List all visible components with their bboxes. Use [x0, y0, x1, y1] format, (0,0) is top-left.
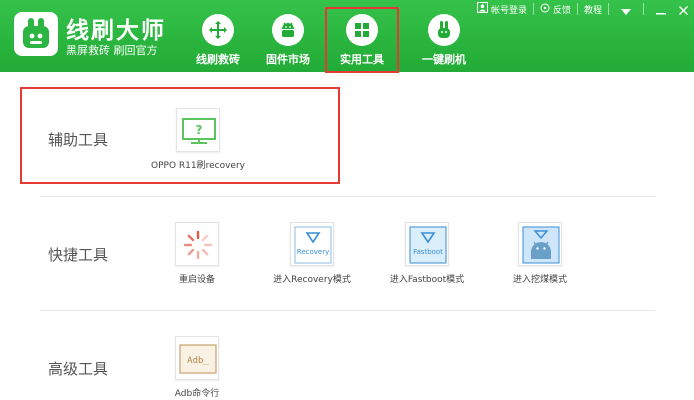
- cross-arrows-icon: [202, 14, 234, 46]
- section-divider: [40, 196, 655, 197]
- nav-label: 一键刷机: [422, 53, 466, 66]
- tool-label: OPPO R11刷recovery: [151, 161, 245, 171]
- brand-title: 线刷大师: [66, 18, 166, 44]
- tool-enter-recovery[interactable]: Recovery 进入Recovery模式: [266, 222, 358, 285]
- nav-tab-utilities[interactable]: 实用工具: [325, 7, 399, 73]
- feedback-link[interactable]: 反馈: [540, 3, 571, 16]
- separator: [532, 3, 534, 15]
- svg-text:Fastboot: Fastboot: [413, 248, 443, 256]
- section-title-quick: 快捷工具: [48, 246, 109, 264]
- section-title-advanced: 高级工具: [48, 360, 109, 378]
- tool-enter-download-mode[interactable]: 进入挖煤模式: [500, 222, 580, 285]
- nav-tab-flash-rescue[interactable]: 线刷救砖: [181, 8, 255, 72]
- separator: [576, 3, 578, 15]
- tutorial-label: 教程: [583, 5, 602, 16]
- rabbit-icon: [428, 14, 460, 46]
- tool-label: 重启设备: [178, 275, 215, 285]
- tool-label: 进入挖煤模式: [512, 275, 567, 285]
- menu-button[interactable]: [615, 0, 637, 18]
- feedback-label: 反馈: [552, 5, 571, 16]
- nav-label: 固件市场: [266, 53, 310, 66]
- minimize-icon: [656, 0, 666, 19]
- monitor-question-icon: ?: [176, 108, 220, 152]
- tool-enter-fastboot[interactable]: Fastboot 进入Fastboot模式: [380, 222, 474, 285]
- nav-label: 实用工具: [340, 53, 384, 66]
- nav-tab-firmware-market[interactable]: 固件市场: [251, 8, 325, 72]
- tool-label: 进入Fastboot模式: [389, 275, 465, 285]
- chevron-down-icon: [621, 0, 631, 19]
- login-label: 帐号登录: [490, 5, 527, 16]
- close-button[interactable]: [672, 0, 694, 18]
- section-title-aux: 辅助工具: [48, 131, 109, 149]
- separator: [643, 3, 644, 15]
- app-logo: [14, 12, 58, 56]
- minimize-button[interactable]: [650, 0, 672, 18]
- login-link[interactable]: 帐号登录: [476, 2, 527, 16]
- tool-label: Adb命令行: [174, 389, 220, 399]
- nav-tab-one-click-flash[interactable]: 一键刷机: [407, 8, 481, 72]
- android-icon: [272, 14, 304, 46]
- svg-text:Recovery: Recovery: [297, 248, 329, 256]
- section-divider: [40, 310, 655, 311]
- recovery-icon: Recovery: [290, 222, 334, 266]
- separator: [608, 3, 609, 15]
- header-bar: 线刷大师 黑屏救砖 刷回官方 线刷救砖 固件市场 实用工具 一键刷机 帐号登录 …: [0, 0, 694, 73]
- nav-label: 线刷救砖: [196, 53, 240, 66]
- user-icon: [476, 2, 488, 16]
- brand-subtitle: 黑屏救砖 刷回官方: [66, 44, 158, 57]
- adb-terminal-icon: Adb_: [175, 336, 219, 380]
- svg-text:?: ?: [196, 123, 203, 137]
- svg-text:Adb_: Adb_: [187, 356, 209, 366]
- top-toolbar: 帐号登录 反馈 教程: [476, 0, 694, 18]
- app-window: 线刷大师 黑屏救砖 刷回官方 线刷救砖 固件市场 实用工具 一键刷机 帐号登录 …: [0, 0, 694, 400]
- android-download-icon: [518, 222, 562, 266]
- restart-spinner-icon: [175, 222, 219, 266]
- tool-adb-command-line[interactable]: Adb_ Adb命令行: [152, 336, 242, 399]
- grid-icon: [346, 14, 378, 46]
- tool-restart-device[interactable]: 重启设备: [152, 222, 242, 285]
- tutorial-link[interactable]: 教程: [584, 3, 602, 16]
- tool-oppo-r11-recovery[interactable]: ? OPPO R11刷recovery: [150, 108, 246, 171]
- fastboot-icon: Fastboot: [405, 222, 449, 266]
- close-icon: [678, 0, 688, 19]
- feedback-icon: [540, 3, 550, 16]
- tool-label: 进入Recovery模式: [273, 275, 351, 285]
